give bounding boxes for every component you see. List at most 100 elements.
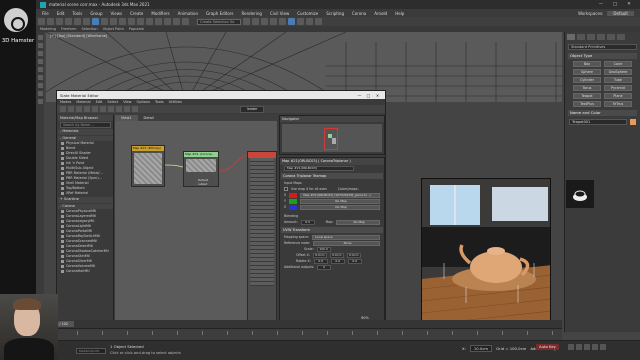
move-icon[interactable] [128, 18, 135, 25]
view-selector-dropdown[interactable]: leader [240, 105, 265, 113]
torus-button[interactable]: Torus [573, 85, 601, 91]
menu-scripting[interactable]: Scripting [322, 11, 348, 16]
box-button[interactable]: Box [573, 61, 601, 67]
material-editor-icon[interactable] [288, 18, 295, 25]
freeze-icon[interactable] [37, 75, 43, 80]
material-node[interactable] [247, 151, 277, 321]
object-name-field[interactable]: Teapot001 [569, 119, 627, 125]
x-coordinate-field[interactable]: 10.0cm [469, 345, 493, 352]
menu-rendering[interactable]: Rendering [238, 11, 266, 16]
primitive-type-dropdown[interactable]: Standard Primitives [568, 44, 637, 50]
offset-x-field[interactable]: 0.0cm [312, 252, 327, 258]
rotate-y-field[interactable]: 0.0 [330, 258, 345, 264]
offset-z-field[interactable]: 0.0cm [346, 252, 361, 258]
mapping-space-dropdown[interactable]: Local space [312, 234, 380, 240]
mirror-icon[interactable] [243, 18, 250, 25]
ribbon-tab-populate[interactable]: Populate [129, 27, 144, 31]
tab-detail[interactable]: Detail [138, 115, 160, 121]
slate-menu-options[interactable]: Options [137, 100, 151, 104]
triplanar-node[interactable]: Map #21 (Corona... Default output [183, 151, 219, 187]
go-to-start-icon[interactable] [568, 344, 574, 350]
rotate-icon[interactable] [137, 18, 144, 25]
scale-field[interactable]: 100.0 [316, 246, 331, 252]
slate-menu-modes[interactable]: Modes [60, 100, 71, 104]
modify-tab-icon[interactable] [577, 34, 585, 40]
menu-views[interactable]: Views [107, 11, 127, 16]
filter-icon[interactable] [37, 43, 43, 48]
bind-space-warp-icon[interactable] [74, 18, 81, 25]
menu-civil-view[interactable]: Civil View [266, 11, 293, 16]
previous-frame-icon[interactable] [576, 344, 582, 350]
navigator-canvas[interactable] [282, 124, 382, 152]
geosphere-button[interactable]: GeoSphere [604, 69, 632, 75]
hierarchy-icon[interactable] [37, 51, 43, 56]
pick-material-icon[interactable] [60, 106, 66, 112]
display-icon[interactable] [37, 67, 43, 72]
scale-icon[interactable] [146, 18, 153, 25]
schematic-view-icon[interactable] [279, 18, 286, 25]
reference-node-button[interactable]: None [313, 240, 380, 246]
viewport-label[interactable]: [+] [Top] [Standard] [Wireframe] [50, 34, 107, 38]
parameter-editor-icon[interactable] [124, 106, 130, 112]
lights-icon[interactable] [37, 91, 43, 96]
menu-create[interactable]: Create [126, 11, 147, 16]
axis-x-color-swatch[interactable] [289, 192, 298, 198]
snaps-icon[interactable] [164, 18, 171, 25]
browser-group-scanline[interactable]: + Scanline [58, 197, 113, 203]
ribbon-tab-selection[interactable]: Selection [82, 27, 98, 31]
show-background-icon[interactable] [100, 106, 106, 112]
show-map-icon[interactable] [92, 106, 98, 112]
select-by-name-icon[interactable] [101, 18, 108, 25]
play-icon[interactable] [584, 344, 590, 350]
textplus-button[interactable]: TextPlus [573, 101, 601, 107]
align-icon[interactable] [252, 18, 259, 25]
ribbon-tab-object-paint[interactable]: Object Paint [103, 27, 124, 31]
rendered-frame-icon[interactable] [306, 18, 313, 25]
cylinder-button[interactable]: Cylinder [573, 77, 601, 83]
name-and-color-rollout[interactable]: Name and Color [568, 110, 637, 116]
close-button[interactable]: ✕ [622, 2, 636, 7]
plane-button[interactable]: Plane [604, 93, 632, 99]
curve-editor-icon[interactable] [270, 18, 277, 25]
additional-outputs-field[interactable]: 0 [317, 264, 332, 270]
slate-maximize-button[interactable]: □ [364, 93, 373, 98]
rendered-frame-window[interactable] [421, 178, 551, 328]
scene-explorer-icon[interactable] [37, 35, 43, 40]
selection-filter-icon[interactable] [83, 18, 90, 25]
bitmap-node[interactable]: Map #21 (Bitmap) [131, 145, 165, 187]
selection-set-input[interactable]: Create Selection Se [197, 18, 241, 25]
use-map-x-checkbox[interactable] [284, 187, 288, 191]
rotate-z-field[interactable]: 0.0 [347, 258, 362, 264]
menu-graph-editors[interactable]: Graph Editors [202, 11, 237, 16]
menu-file[interactable]: File [38, 11, 53, 16]
create-tab-icon[interactable] [567, 34, 575, 40]
track-bar[interactable] [46, 328, 562, 340]
maximize-button[interactable]: □ [608, 2, 622, 7]
axis-x-map-button[interactable]: Map #21(ORLBC03) (16702620M_giulia-bl...… [300, 192, 380, 198]
axis-z-color-swatch[interactable] [289, 204, 298, 210]
minimize-button[interactable]: — [594, 2, 608, 7]
menu-corona[interactable]: Corona [348, 11, 370, 16]
render-production-icon[interactable] [315, 18, 322, 25]
tube-button[interactable]: Tube [604, 77, 632, 83]
axis-y-map-button[interactable]: No Map [299, 198, 380, 204]
slate-menu-utilities[interactable]: Utilities [169, 100, 182, 104]
select-by-material-icon[interactable] [132, 106, 138, 112]
menu-modifiers[interactable]: Modifiers [147, 11, 173, 16]
move-children-icon[interactable] [84, 106, 90, 112]
teapot-button[interactable]: Teapot [573, 93, 601, 99]
slate-menu-view[interactable]: View [123, 100, 131, 104]
cameras-icon[interactable] [37, 99, 43, 104]
menu-edit[interactable]: Edit [53, 11, 69, 16]
offset-y-field[interactable]: 0.0cm [329, 252, 344, 258]
browser-item[interactable]: CoronaHairMtl [58, 269, 113, 274]
map-name-field[interactable]: Map #21(ORLBC03) [284, 165, 354, 171]
menu-group[interactable]: Group [86, 11, 106, 16]
menu-customize[interactable]: Customize [293, 11, 322, 16]
pyramid-button[interactable]: Pyramid [604, 85, 632, 91]
axis-y-color-swatch[interactable] [288, 198, 297, 204]
slate-menu-edit[interactable]: Edit [96, 100, 103, 104]
redo-icon[interactable] [47, 18, 54, 25]
go-to-end-icon[interactable] [600, 344, 606, 350]
slate-minimize-button[interactable]: — [355, 93, 364, 98]
